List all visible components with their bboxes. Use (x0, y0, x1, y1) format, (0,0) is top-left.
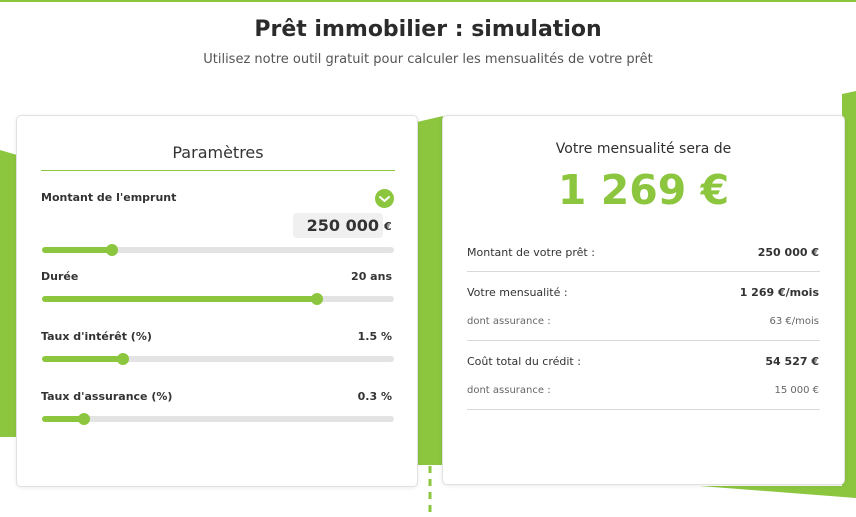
total-cost-row-value: 54 527 € (765, 355, 819, 368)
slider-fill (42, 356, 123, 362)
center-green-shape (417, 116, 443, 465)
row-divider (467, 271, 820, 272)
parameters-card: Paramètres Montant de l'emprunt 250 000 … (16, 115, 418, 487)
interest-rate-label: Taux d'intérêt (%) (41, 330, 152, 343)
total-insurance-label: dont assurance : (467, 385, 551, 396)
left-green-shape (0, 150, 17, 437)
loan-amount-input[interactable]: 250 000 (293, 213, 383, 238)
check-circle-icon (375, 189, 394, 208)
monthly-payment-row-label: Votre mensualité : (467, 286, 568, 299)
loan-amount-row-value: 250 000 € (757, 246, 819, 259)
total-insurance-value: 15 000 € (774, 385, 819, 396)
monthly-insurance-value: 63 €/mois (769, 316, 819, 327)
slider-fill (42, 296, 317, 302)
monthly-payment-row-value: 1 269 €/mois (739, 286, 819, 299)
slider-thumb[interactable] (116, 353, 129, 365)
slider-thumb[interactable] (106, 244, 119, 256)
duration-slider[interactable] (42, 293, 394, 305)
insurance-rate-value: 0.3 % (357, 390, 392, 403)
parameters-title: Paramètres (172, 143, 264, 162)
parameters-divider (41, 170, 395, 171)
insurance-rate-label: Taux d'assurance (%) (41, 390, 173, 403)
result-title: Votre mensualité sera de (555, 141, 732, 157)
page-title: Prêt immobilier : simulation (254, 17, 602, 42)
row-divider (467, 340, 820, 341)
page-subtitle: Utilisez notre outil gratuit pour calcul… (203, 52, 653, 67)
monthly-insurance-label: dont assurance : (467, 316, 551, 327)
slider-thumb[interactable] (78, 413, 91, 425)
slider-fill (42, 247, 113, 253)
duration-label: Durée (41, 270, 79, 283)
bottom-right-green-shape (700, 486, 856, 498)
total-cost-row-label: Coût total du crédit : (467, 355, 581, 368)
loan-amount-row-label: Montant de votre prêt : (467, 246, 595, 259)
loan-amount-slider[interactable] (42, 244, 394, 256)
duration-value: 20 ans (351, 270, 392, 283)
result-card: Votre mensualité sera de 1 269 € Montant… (442, 115, 845, 485)
insurance-rate-slider[interactable] (42, 413, 394, 425)
row-divider (467, 409, 820, 410)
interest-rate-slider[interactable] (42, 353, 394, 365)
loan-amount-unit: € (384, 220, 392, 233)
interest-rate-value: 1.5 % (357, 330, 392, 343)
monthly-payment-amount: 1 269 € (557, 166, 730, 214)
slider-thumb[interactable] (310, 293, 323, 305)
loan-amount-label: Montant de l'emprunt (41, 191, 177, 204)
